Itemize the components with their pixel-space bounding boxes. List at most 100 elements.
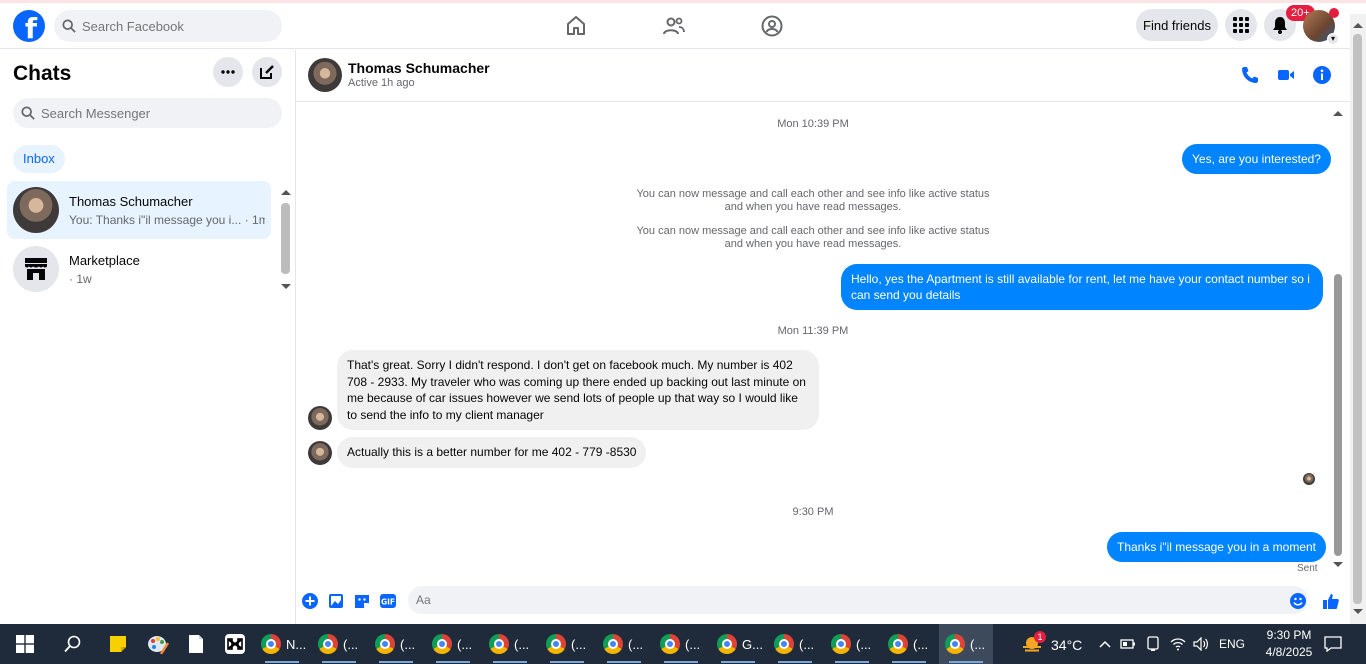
home-icon[interactable] — [564, 14, 588, 38]
new-message-button[interactable] — [252, 57, 282, 87]
read-receipt-avatar — [1303, 473, 1315, 485]
facebook-topbar: f Find friends 20+ ▾ — [0, 3, 1366, 49]
info-icon[interactable] — [1312, 65, 1332, 85]
page-scrollbar[interactable] — [1350, 14, 1366, 624]
message-bubble-incoming[interactable]: Actually this is a better number for me … — [337, 437, 647, 468]
phone-icon[interactable] — [1240, 65, 1260, 85]
more-dots-icon — [221, 70, 235, 74]
weather-icon[interactable] — [1018, 624, 1046, 664]
facebook-logo[interactable]: f — [13, 10, 45, 42]
chrome-icon — [660, 634, 680, 654]
conversation-scrollbar[interactable] — [1330, 104, 1346, 574]
messenger-search-box[interactable] — [13, 98, 282, 128]
friends-icon[interactable] — [662, 14, 686, 38]
profile-alert-dot — [1329, 8, 1339, 18]
emoji-icon[interactable] — [1289, 592, 1307, 610]
find-friends-button[interactable]: Find friends — [1136, 9, 1218, 41]
composer-input-box[interactable] — [408, 586, 1308, 614]
message-input[interactable] — [416, 593, 1276, 607]
shop-icon — [25, 258, 47, 280]
chrome-icon — [945, 634, 965, 654]
facebook-search-input[interactable] — [82, 18, 262, 34]
windows-start-icon[interactable] — [12, 624, 38, 664]
grid-menu-icon — [1233, 17, 1249, 33]
chevron-up-icon[interactable] — [1096, 624, 1114, 664]
message-list: Mon 10:39 PM Yes, are you interested? Yo… — [296, 102, 1350, 586]
conversation-header: Thomas Schumacher Active 1h ago — [296, 50, 1350, 102]
notification-center-icon[interactable] — [1322, 624, 1344, 664]
messenger-search-input[interactable] — [41, 105, 261, 121]
file-icon[interactable] — [184, 624, 208, 664]
timestamp: Mon 11:39 PM — [777, 325, 849, 337]
video-call-icon[interactable] — [1276, 65, 1296, 85]
avatar — [13, 187, 59, 233]
weather-alert-badge: 1 — [1034, 631, 1046, 643]
message-bubble-outgoing[interactable]: Thanks i"il message you in a moment — [1107, 532, 1327, 562]
sticky-notes-icon[interactable] — [104, 624, 132, 664]
chat-item-thomas-schumacher[interactable]: Thomas Schumacher You: Thanks i"il messa… — [7, 181, 271, 239]
clock-time[interactable]: 9:30 PM — [1260, 628, 1318, 642]
chrome-icon — [888, 634, 908, 654]
taskbar-search-icon[interactable] — [60, 624, 86, 664]
chrome-icon — [774, 634, 794, 654]
system-message: You can now message and call each other … — [636, 225, 990, 250]
sidebar-scrollbar[interactable] — [280, 188, 292, 292]
wifi-icon[interactable] — [1168, 624, 1188, 664]
taskbar-chrome-window-active[interactable]: (... — [939, 624, 993, 664]
taskbar-chrome-window[interactable]: (... — [654, 624, 708, 664]
input-language[interactable]: ENG — [1219, 637, 1245, 651]
system-message: You can now message and call each other … — [636, 188, 990, 213]
chat-options-button[interactable] — [213, 57, 243, 87]
inbox-tab[interactable]: Inbox — [13, 145, 65, 173]
chrome-icon — [603, 634, 623, 654]
conversation-panel: Thomas Schumacher Active 1h ago Mon 10:3… — [296, 50, 1350, 624]
sticker-icon[interactable] — [353, 592, 371, 610]
taskbar-chrome-window[interactable]: (... — [483, 624, 537, 664]
taskbar-chrome-window[interactable]: (... — [312, 624, 366, 664]
chrome-icon — [375, 634, 395, 654]
paint-icon[interactable] — [144, 624, 172, 664]
taskbar-chrome-window[interactable]: (... — [540, 624, 594, 664]
taskbar-chrome-window[interactable]: (... — [882, 624, 936, 664]
message-composer: GIF — [296, 586, 1350, 624]
plus-circle-icon[interactable] — [301, 592, 319, 610]
chats-sidebar: Chats Inbox Thomas Schumacher You: Thank… — [0, 50, 296, 624]
message-bubble-outgoing[interactable]: Hello, yes the Apartment is still availa… — [841, 264, 1323, 310]
taskbar-chrome-window[interactable]: G... — [711, 624, 765, 664]
search-icon — [62, 19, 76, 33]
search-icon — [21, 106, 35, 120]
taskbar-chrome-window[interactable]: N... — [255, 624, 309, 664]
gif-icon[interactable]: GIF — [379, 592, 397, 610]
message-bubble-outgoing[interactable]: Yes, are you interested? — [1182, 144, 1331, 174]
menu-button[interactable] — [1225, 9, 1257, 41]
clock-date[interactable]: 4/8/2025 — [1258, 645, 1320, 659]
chrome-icon — [261, 634, 281, 654]
taskbar-chrome-window[interactable]: (... — [597, 624, 651, 664]
groups-icon[interactable] — [760, 14, 784, 38]
message-bubble-incoming[interactable]: That's great. Sorry I didn't respond. I … — [337, 350, 819, 430]
taskbar-chrome-window[interactable]: (... — [768, 624, 822, 664]
chat-name: Thomas Schumacher — [69, 193, 193, 209]
image-icon[interactable] — [327, 592, 345, 610]
page-scrollbar-thumb[interactable] — [1353, 34, 1362, 604]
avatar — [308, 406, 332, 430]
battery-icon[interactable] — [1118, 624, 1138, 664]
device-icon[interactable] — [1143, 624, 1163, 664]
profile-avatar[interactable]: ▾ — [1303, 8, 1339, 45]
chrome-icon — [717, 634, 737, 654]
volume-icon[interactable] — [1191, 624, 1211, 664]
chat-item-marketplace[interactable]: Marketplace · 1w — [7, 240, 271, 298]
thumbs-up-icon[interactable] — [1322, 592, 1340, 610]
chrome-icon — [318, 634, 338, 654]
facebook-search-box[interactable] — [54, 10, 282, 42]
taskbar-chrome-window[interactable]: (... — [369, 624, 423, 664]
timestamp: Mon 10:39 PM — [777, 118, 849, 130]
chrome-icon — [831, 634, 851, 654]
capcut-icon[interactable] — [222, 624, 248, 664]
contact-name[interactable]: Thomas Schumacher — [348, 60, 490, 76]
temperature: 34°C — [1051, 637, 1083, 653]
avatar[interactable] — [308, 58, 342, 92]
taskbar-chrome-window[interactable]: (... — [426, 624, 480, 664]
taskbar-chrome-window[interactable]: (... — [825, 624, 879, 664]
chrome-icon — [432, 634, 452, 654]
